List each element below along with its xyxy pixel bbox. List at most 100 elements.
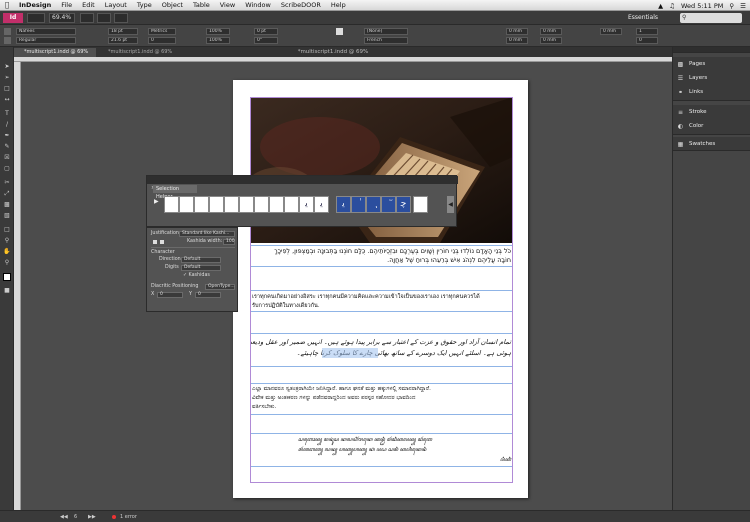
kerning-field[interactable]: Metrics	[148, 28, 176, 35]
last-line-indent-field[interactable]: 0 mm	[540, 37, 562, 44]
character-formatting-icon[interactable]	[4, 28, 11, 35]
pages-panel-button[interactable]: ▩ Pages	[677, 59, 706, 69]
font-size-field[interactable]: 18 pt	[108, 28, 138, 35]
space-before-field[interactable]: 0 mm	[600, 28, 622, 35]
first-line-indent-field[interactable]: 0 mm	[506, 37, 528, 44]
glyph-cell-selected[interactable]: ﭼ	[396, 196, 411, 213]
menu-layout[interactable]: Layout	[100, 1, 132, 9]
menu-file[interactable]: File	[56, 1, 77, 9]
pencil-tool-icon[interactable]: ✎	[3, 143, 11, 151]
glyph-cell[interactable]	[269, 196, 284, 213]
notification-list-icon[interactable]: ☰	[740, 2, 746, 10]
selection-helper-tab[interactable]: Selection Helper	[153, 185, 197, 200]
stroke-panel-button[interactable]: ≡ Stroke	[677, 107, 707, 117]
hand-tool-icon[interactable]: ✋	[3, 248, 11, 256]
type-fill-icon[interactable]	[336, 28, 343, 35]
digits-dropdown[interactable]: Default	[181, 265, 221, 271]
leading-field[interactable]: 21.6 pt	[108, 37, 138, 44]
gap-tool-icon[interactable]: ↔	[3, 96, 11, 104]
align-right-icon[interactable]	[160, 240, 164, 244]
left-indent-field[interactable]: 0 mm	[506, 28, 528, 35]
y-offset-field[interactable]: 0	[195, 292, 221, 298]
document-tab-2[interactable]: *multiscript1.indd @ 69%	[98, 48, 180, 57]
baseline-shift-field[interactable]: 0 pt	[254, 28, 278, 35]
menu-view[interactable]: View	[215, 1, 240, 9]
fill-stroke-icon[interactable]	[3, 273, 11, 281]
free-transform-tool-icon[interactable]: ⤢	[3, 190, 11, 198]
document-page[interactable]: כֹּל בְּנֵי הָאָדָם נוֹלְדוּ בְּנֵי חוֹר…	[233, 80, 528, 498]
kashida-width-field[interactable]: 100	[223, 239, 235, 245]
note-tool-icon[interactable]: □	[3, 226, 11, 234]
preflight-errors-text[interactable]: 1 error	[120, 513, 137, 521]
links-panel-button[interactable]: ⚭ Links	[677, 87, 703, 97]
glyph-scroll-right-icon[interactable]: ◀	[447, 196, 454, 213]
kashidas-checkbox[interactable]: ✓ Kashidas	[183, 273, 210, 279]
diacritic-positioning-dropdown[interactable]: OpenType...	[205, 284, 235, 290]
font-family-field[interactable]: Nafees	[16, 28, 76, 35]
glyph-cell[interactable]	[254, 196, 269, 213]
rectangle-tool-icon[interactable]: ▢	[3, 165, 11, 173]
glyph-cell[interactable]	[209, 196, 224, 213]
view-options-button[interactable]	[80, 13, 94, 23]
glyph-scroll-left-icon[interactable]: ▶	[154, 198, 160, 206]
glyph-cell[interactable]	[194, 196, 209, 213]
glyph-cell-selected[interactable]: ٖ	[366, 196, 381, 213]
layers-panel-button[interactable]: ☰ Layers	[677, 73, 707, 83]
font-style-field[interactable]: Regular	[16, 37, 76, 44]
rectangle-frame-tool-icon[interactable]: ☒	[3, 154, 11, 162]
glyph-cell[interactable]	[239, 196, 254, 213]
page-tool-icon[interactable]: □	[3, 85, 11, 93]
zoom-level-field[interactable]: 69.4%	[49, 13, 75, 23]
gradient-feather-tool-icon[interactable]: ▧	[3, 212, 11, 220]
skew-field[interactable]: 0°	[254, 37, 278, 44]
arrange-documents-button[interactable]	[114, 13, 128, 23]
apple-icon[interactable]: 	[0, 1, 14, 9]
vertical-scale-field[interactable]: 100%	[206, 28, 230, 35]
glyph-cell-selected[interactable]: ٰ	[351, 196, 366, 213]
glyph-cell[interactable]	[179, 196, 194, 213]
zoom-tool-icon[interactable]: ⚲	[3, 259, 11, 267]
columns-field[interactable]: 1	[636, 28, 658, 35]
menu-type[interactable]: Type	[132, 1, 157, 9]
paragraph-formatting-icon[interactable]	[4, 37, 11, 44]
first-page-icon[interactable]: ◀◀	[60, 513, 68, 521]
type-tool-icon[interactable]: T	[3, 110, 11, 118]
menu-app-name[interactable]: InDesign	[14, 1, 56, 9]
glyph-cell-selected[interactable]: ٓ	[381, 196, 396, 213]
direction-dropdown[interactable]: Default	[181, 257, 221, 263]
vertical-ruler[interactable]	[14, 62, 21, 510]
character-style-field[interactable]: [None]	[364, 28, 408, 35]
menu-table[interactable]: Table	[188, 1, 215, 9]
bridge-button[interactable]	[27, 13, 45, 23]
dock-header[interactable]	[673, 47, 750, 53]
volume-icon[interactable]: ♫	[669, 2, 675, 10]
wifi-icon[interactable]: ▲	[658, 2, 663, 10]
menu-scribedoor[interactable]: ScribeDOOR	[276, 1, 326, 9]
glyph-cell[interactable]: ﻳ	[314, 196, 329, 213]
align-left-icon[interactable]	[153, 240, 157, 244]
direct-selection-tool-icon[interactable]: ➢	[3, 74, 11, 82]
tracking-field[interactable]: 0	[148, 37, 176, 44]
gradient-swatch-tool-icon[interactable]: ▩	[3, 201, 11, 209]
menu-object[interactable]: Object	[157, 1, 188, 9]
menu-edit[interactable]: Edit	[77, 1, 100, 9]
glyph-cell[interactable]	[413, 196, 428, 213]
spotlight-search-icon[interactable]: ⚲	[729, 2, 734, 10]
horizontal-ruler[interactable]	[14, 57, 672, 62]
color-panel-button[interactable]: ◐ Color	[677, 121, 704, 131]
glyph-cell-selected[interactable]: ﯾ	[336, 196, 351, 213]
glyph-cell[interactable]	[164, 196, 179, 213]
swatches-panel-button[interactable]: ▦ Swatches	[677, 139, 716, 149]
apply-color-icon[interactable]: ■	[3, 287, 11, 295]
menu-clock[interactable]: Wed 5:11 PM	[681, 2, 723, 10]
horizontal-scale-field[interactable]: 100%	[206, 37, 230, 44]
scissors-tool-icon[interactable]: ✂	[3, 179, 11, 187]
glyph-cell[interactable]: ﻳ	[299, 196, 314, 213]
menu-window[interactable]: Window	[240, 1, 276, 9]
right-indent-field[interactable]: 0 mm	[540, 28, 562, 35]
eyedropper-tool-icon[interactable]: ⚲	[3, 237, 11, 245]
line-tool-icon[interactable]: /	[3, 121, 11, 129]
document-tab-1[interactable]: *multiscript1.indd @ 69%	[14, 48, 96, 57]
menu-help[interactable]: Help	[326, 1, 351, 9]
x-offset-field[interactable]: 0	[157, 292, 183, 298]
